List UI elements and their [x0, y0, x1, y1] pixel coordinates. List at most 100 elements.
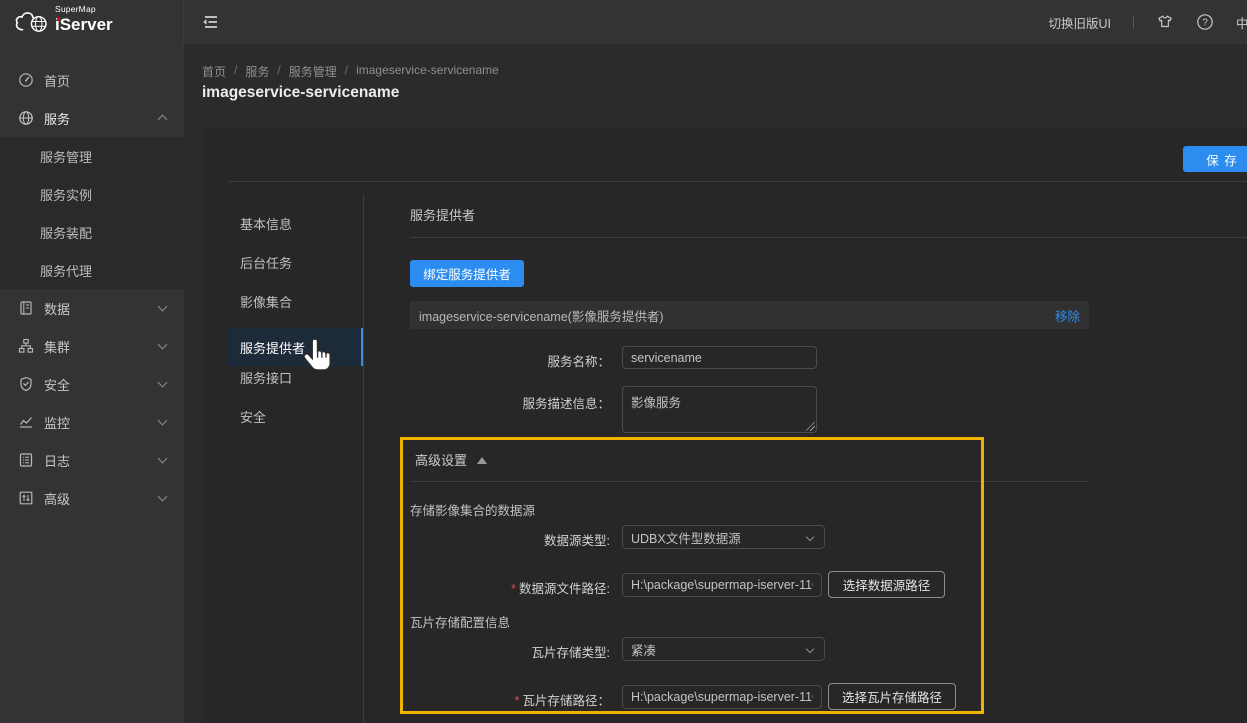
section-divider: [410, 237, 1247, 238]
brand-product: iServer: [55, 16, 113, 33]
advanced-divider: [410, 481, 1089, 482]
svg-text:?: ?: [1202, 18, 1208, 29]
tile-group-label: 瓦片存储配置信息: [410, 612, 510, 631]
sidebar: 首页 服务 服务管理 服务实例 服务装配 服务代理 数据: [0, 44, 184, 723]
chevron-down-icon: [158, 492, 168, 502]
choose-tile-path-button[interactable]: 选择瓦片存储路径: [828, 683, 956, 710]
cloud-globe-logo-icon: [12, 8, 54, 36]
sidebar-item-label: 监控: [44, 413, 70, 432]
brand-superscript: SuperMap: [55, 5, 113, 14]
service-desc-textarea[interactable]: [622, 386, 817, 433]
tab-basic-info[interactable]: 基本信息: [227, 214, 363, 233]
sidebar-item-service-management[interactable]: 服务管理: [0, 137, 184, 175]
breadcrumb-separator: /: [234, 63, 237, 80]
tab-service-interface[interactable]: 服务接口: [227, 368, 363, 387]
tile-type-label: 瓦片存储类型:: [410, 642, 610, 661]
chevron-down-icon: [158, 302, 168, 312]
remove-provider-link[interactable]: 移除: [1055, 306, 1089, 325]
tile-path-input[interactable]: [622, 685, 822, 709]
sidebar-item-label: 集群: [44, 337, 70, 356]
sidebar-item-service-assembly[interactable]: 服务装配: [0, 213, 184, 251]
language-switcher[interactable]: 中文: [1236, 13, 1247, 32]
sidebar-item-security[interactable]: 安全: [0, 365, 184, 403]
tab-security[interactable]: 安全: [227, 407, 363, 426]
section-title-service-provider: 服务提供者: [410, 205, 475, 224]
brand-red-dot: [57, 17, 61, 21]
chevron-down-icon: [158, 378, 168, 388]
sidebar-item-data[interactable]: 数据: [0, 289, 184, 327]
sidebar-item-log[interactable]: 日志: [0, 441, 184, 479]
chevron-down-icon: [806, 645, 814, 653]
chevron-up-icon: [158, 115, 168, 125]
tile-type-value: 紧凑: [631, 640, 656, 659]
save-button[interactable]: 保 存: [1183, 146, 1247, 172]
sidebar-item-service-proxy[interactable]: 服务代理: [0, 251, 184, 289]
breadcrumb-current: imageservice-servicename: [356, 63, 499, 80]
tile-path-label: *瓦片存储路径：: [410, 690, 610, 709]
sidebar-item-label: 日志: [44, 451, 70, 470]
help-icon[interactable]: ?: [1196, 13, 1214, 31]
globe-icon: [18, 110, 34, 126]
page-title: imageservice-servicename: [202, 84, 399, 102]
tabs-divider: [363, 195, 364, 723]
datasource-type-select[interactable]: UDBX文件型数据源: [622, 525, 825, 549]
sidebar-item-cluster[interactable]: 集群: [0, 327, 184, 365]
sidebar-item-label: 高级: [44, 489, 70, 508]
dashboard-icon: [18, 72, 34, 88]
menu-fold-icon[interactable]: [200, 11, 222, 33]
datasource-path-label: *数据源文件路径:: [410, 578, 610, 597]
sidebar-item-home[interactable]: 首页: [0, 61, 184, 99]
data-document-icon: [18, 300, 34, 316]
top-header: SuperMap iServer 切换旧版UI ? 中文: [0, 0, 1247, 44]
sidebar-item-label: 首页: [44, 71, 70, 90]
breadcrumb-service-management[interactable]: 服务管理: [289, 63, 337, 80]
log-list-icon: [18, 452, 34, 468]
breadcrumb-separator: /: [345, 63, 348, 80]
advanced-settings-icon: [18, 490, 34, 506]
datasource-group-label: 存储影像集合的数据源: [410, 500, 535, 519]
chevron-down-icon: [158, 416, 168, 426]
sidebar-item-monitor[interactable]: 监控: [0, 403, 184, 441]
breadcrumb: 首页 / 服务 / 服务管理 / imageservice-servicenam…: [202, 63, 499, 80]
topbar-divider: [1133, 15, 1134, 29]
tile-type-select[interactable]: 紧凑: [622, 637, 825, 661]
tab-service-provider[interactable]: 服务提供者: [227, 338, 363, 357]
chevron-down-icon: [158, 454, 168, 464]
main-content: 首页 / 服务 / 服务管理 / imageservice-servicenam…: [184, 44, 1247, 723]
collapse-triangle-icon: [477, 457, 487, 464]
service-edit-panel: 保 存 基本信息 后台任务 影像集合 服务提供者 服务接口 安全 服务提供者 绑…: [203, 127, 1247, 723]
toolbar-divider: [229, 181, 1247, 182]
chevron-down-icon: [806, 533, 814, 541]
bound-provider-row: imageservice-servicename(影像服务提供者) 移除: [410, 301, 1089, 329]
datasource-type-label: 数据源类型:: [410, 530, 610, 549]
chevron-down-icon: [158, 340, 168, 350]
switch-old-ui-link[interactable]: 切换旧版UI: [1048, 13, 1111, 32]
brand-logo: SuperMap iServer: [0, 0, 184, 44]
cluster-icon: [18, 338, 34, 354]
app-window: SuperMap iServer 切换旧版UI ? 中文: [0, 0, 1247, 723]
breadcrumb-separator: /: [277, 63, 280, 80]
sidebar-services-submenu: 服务管理 服务实例 服务装配 服务代理: [0, 137, 184, 289]
service-name-label: 服务名称：: [410, 351, 610, 370]
datasource-type-value: UDBX文件型数据源: [631, 528, 741, 547]
tab-background-tasks[interactable]: 后台任务: [227, 253, 363, 272]
breadcrumb-services[interactable]: 服务: [245, 63, 269, 80]
topbar-right-group: 切换旧版UI ? 中文: [1048, 0, 1247, 44]
tab-image-collection[interactable]: 影像集合: [227, 292, 363, 311]
monitor-chart-icon: [18, 414, 34, 430]
service-desc-label: 服务描述信息：: [410, 393, 610, 412]
sidebar-item-label: 安全: [44, 375, 70, 394]
sidebar-item-advanced[interactable]: 高级: [0, 479, 184, 517]
sidebar-item-label: 服务: [44, 109, 70, 128]
bind-provider-button[interactable]: 绑定服务提供者: [410, 260, 524, 287]
shield-check-icon: [18, 376, 34, 392]
theme-tshirt-icon[interactable]: [1156, 13, 1174, 31]
sidebar-item-service-instances[interactable]: 服务实例: [0, 175, 184, 213]
advanced-settings-toggle[interactable]: 高级设置: [415, 450, 487, 469]
sidebar-item-label: 数据: [44, 299, 70, 318]
choose-datasource-path-button[interactable]: 选择数据源路径: [828, 571, 945, 598]
sidebar-item-services[interactable]: 服务: [0, 99, 184, 137]
breadcrumb-home[interactable]: 首页: [202, 63, 226, 80]
datasource-path-input[interactable]: [622, 573, 822, 597]
service-name-input[interactable]: [622, 346, 817, 369]
